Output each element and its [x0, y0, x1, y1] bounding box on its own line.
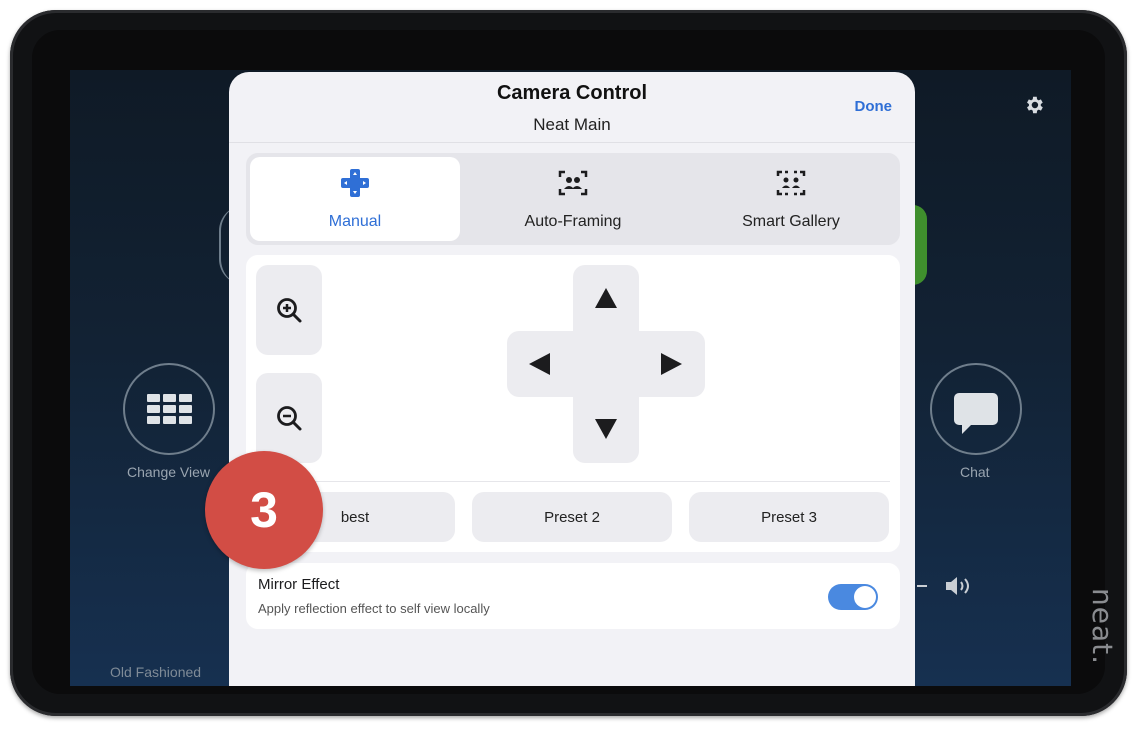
done-button[interactable]: Done	[855, 98, 893, 115]
modal-subtitle: Neat Main	[533, 115, 611, 134]
modal-title: Camera Control	[496, 82, 648, 104]
brand-logo: neat.	[1086, 588, 1119, 666]
mirror-effect-toggle[interactable]	[828, 584, 878, 610]
zoom-in-button[interactable]	[256, 265, 322, 355]
camera-control-modal: Camera Control Neat Main Done Manual Aut…	[229, 72, 915, 686]
divider	[256, 481, 890, 482]
change-view-button[interactable]	[123, 363, 215, 455]
change-view-label: Change View	[127, 464, 211, 480]
zoom-out-button[interactable]	[256, 373, 322, 463]
background-active-control	[913, 205, 927, 285]
chat-button[interactable]	[930, 363, 1022, 455]
mirror-effect-title: Mirror Effect	[258, 576, 340, 593]
preset-2-button[interactable]: Preset 2	[472, 492, 672, 542]
modal-header: Camera Control Neat Main Done	[229, 72, 915, 143]
tab-manual-label: Manual	[328, 213, 382, 230]
gallery-frame-icon	[686, 168, 896, 198]
tab-manual[interactable]: Manual	[250, 157, 460, 241]
tab-smart-gallery[interactable]: Smart Gallery	[686, 157, 896, 241]
chat-icon	[954, 393, 998, 434]
grid-icon	[146, 394, 192, 424]
camera-mode-tabs: Manual Auto-Framing Smart Gallery	[246, 153, 900, 245]
people-frame-icon	[468, 168, 678, 198]
pan-left-button[interactable]	[529, 353, 550, 375]
pan-up-button[interactable]	[595, 288, 617, 308]
tab-auto-framing-label: Auto-Framing	[524, 213, 622, 230]
pan-down-button[interactable]	[595, 419, 617, 439]
pan-right-button[interactable]	[661, 353, 682, 375]
mirror-effect-description: Apply reflection effect to self view loc…	[258, 601, 490, 616]
speaker-icon	[944, 575, 974, 602]
toggle-knob	[854, 586, 876, 608]
step-number-badge: 3	[205, 451, 323, 569]
gear-icon[interactable]	[1023, 94, 1045, 122]
zoom-in-icon	[277, 298, 302, 323]
chat-label: Chat	[960, 464, 990, 480]
tab-smart-gallery-label: Smart Gallery	[742, 213, 840, 230]
manual-control-panel: best Preset 2 Preset 3	[246, 255, 900, 552]
room-name: Old Fashioned	[110, 664, 202, 680]
volume-slider-track[interactable]	[917, 585, 927, 587]
mirror-effect-row: Mirror Effect Apply reflection effect to…	[246, 563, 900, 629]
tab-auto-framing[interactable]: Auto-Framing	[468, 157, 678, 241]
dpad-icon	[250, 168, 460, 198]
preset-3-button[interactable]: Preset 3	[689, 492, 889, 542]
zoom-out-icon	[277, 406, 302, 431]
